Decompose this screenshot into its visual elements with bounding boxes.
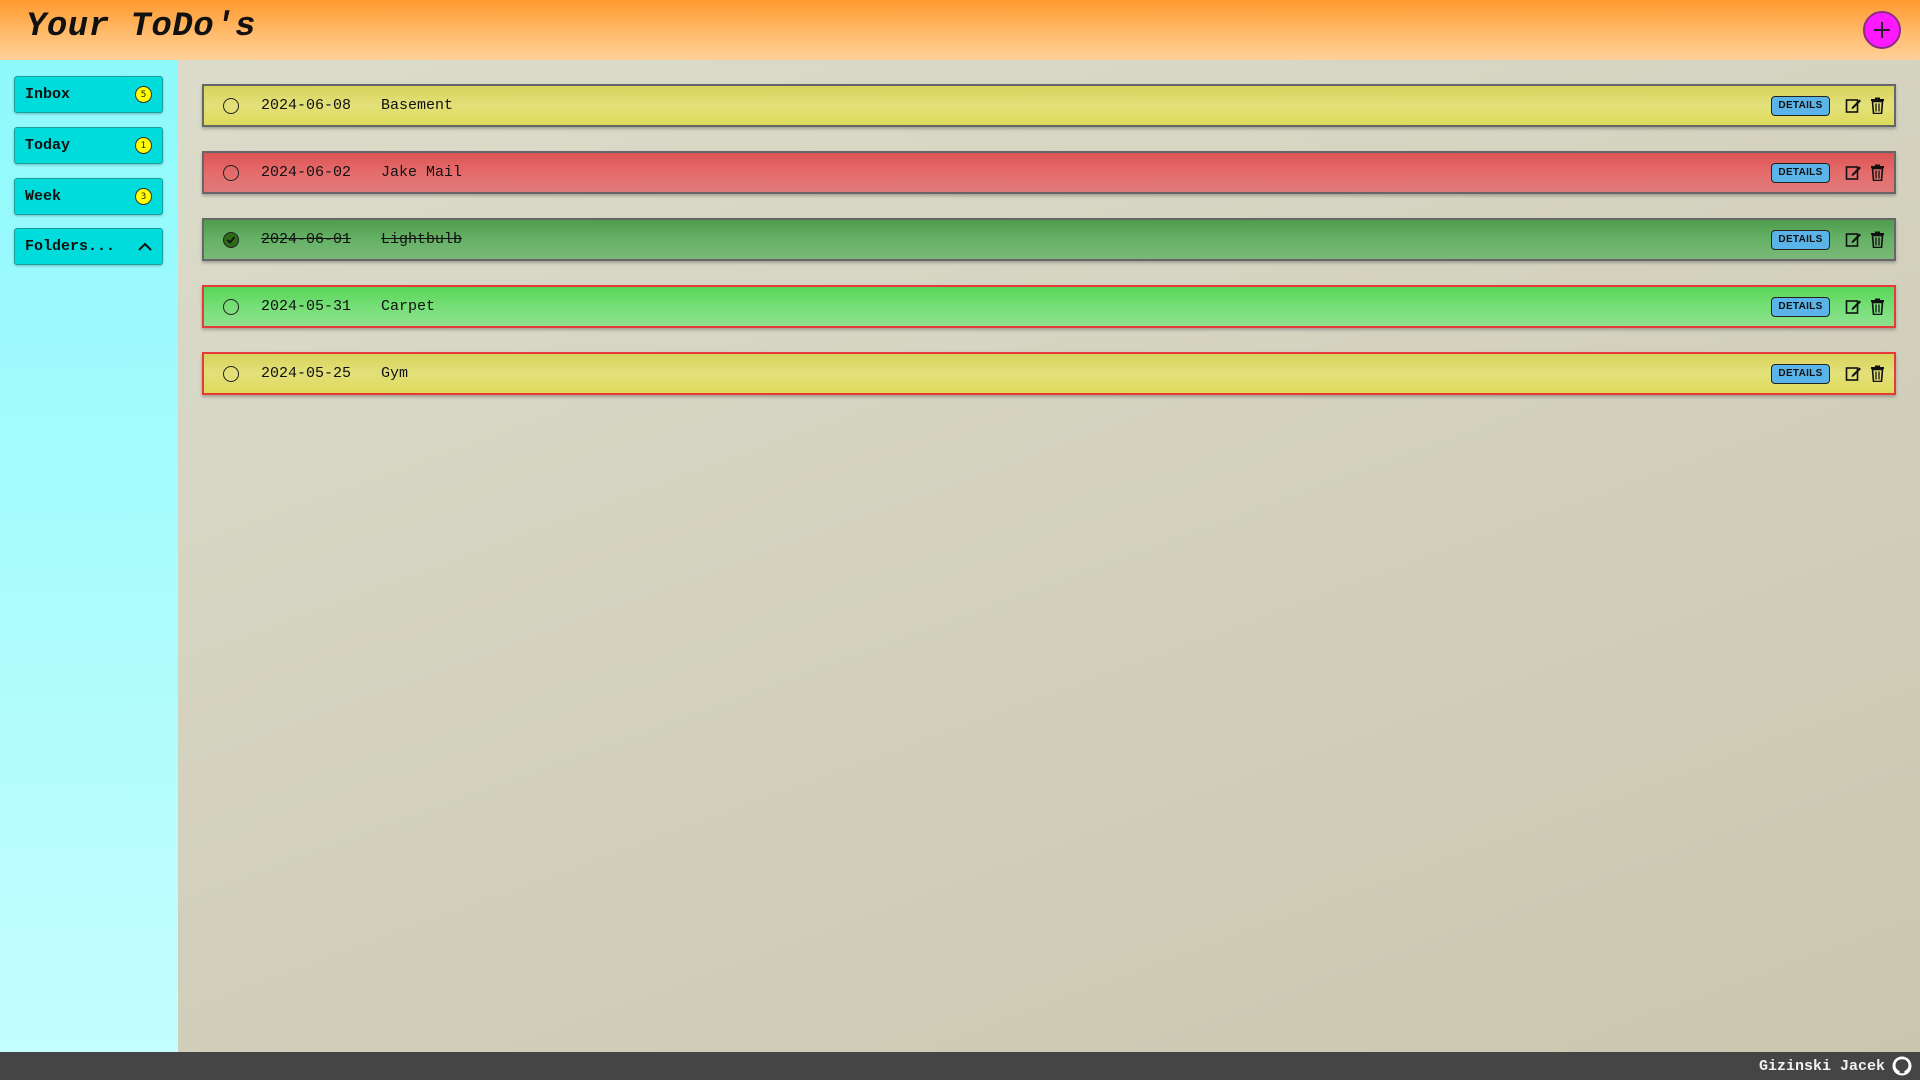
count-badge: 1 [135,137,152,154]
todo-list-area [178,60,1920,1052]
todo-row: 2024-06-01 Lightbulb DETAILS [202,218,1896,261]
complete-checkbox[interactable] [223,298,239,315]
count-badge: 5 [135,86,152,103]
app-header: Your ToDo's [0,0,1920,60]
edit-button[interactable] [1844,97,1862,115]
todo-date: 2024-06-08 [261,97,352,114]
todo-title: Gym [381,365,409,382]
footer-author: Gizinski Jacek [1758,1057,1885,1075]
plus-icon [1874,22,1890,38]
github-link[interactable] [1892,1056,1912,1076]
edit-button[interactable] [1844,365,1862,383]
edit-button[interactable] [1844,298,1862,316]
edit-icon [1845,166,1861,180]
trash-icon [1870,231,1884,248]
todo-title: Carpet [381,298,436,315]
todo-date: 2024-05-31 [261,298,352,315]
checkmark-icon [226,235,236,244]
sidebar-item-folders[interactable]: Folders... [14,228,163,265]
todo-title: Jake Mail [381,164,463,181]
add-todo-button[interactable] [1863,11,1901,49]
details-button[interactable]: DETAILS [1771,296,1830,317]
sidebar-item-label: Today [25,137,71,154]
todo-row: 2024-05-25 Gym DETAILS [202,352,1896,395]
app-title: Your ToDo's [26,8,256,46]
delete-button[interactable] [1868,365,1886,383]
github-icon [1892,1056,1912,1076]
trash-icon [1870,298,1884,315]
delete-button[interactable] [1868,97,1886,115]
complete-checkbox[interactable] [223,365,239,382]
edit-icon [1845,367,1861,381]
trash-icon [1870,365,1884,382]
todo-title: Basement [381,97,454,114]
footer: Gizinski Jacek [0,1052,1920,1080]
todo-date: 2024-06-02 [261,164,352,181]
sidebar-item-label: Inbox [25,86,71,103]
todo-row: 2024-05-31 Carpet DETAILS [202,285,1896,328]
sidebar-item-week[interactable]: Week 3 [14,178,163,215]
edit-icon [1845,300,1861,314]
trash-icon [1870,164,1884,181]
sidebar: Inbox 5 Today 1 Week 3 Folders... [0,60,178,1052]
edit-button[interactable] [1844,164,1862,182]
delete-button[interactable] [1868,164,1886,182]
trash-icon [1870,97,1884,114]
chevron-up-icon [138,242,152,251]
sidebar-item-today[interactable]: Today 1 [14,127,163,164]
sidebar-item-inbox[interactable]: Inbox 5 [14,76,163,113]
sidebar-item-label: Week [25,188,62,205]
todo-row: 2024-06-08 Basement DETAILS [202,84,1896,127]
todo-row: 2024-06-02 Jake Mail DETAILS [202,151,1896,194]
complete-checkbox[interactable] [223,164,239,181]
complete-checkbox[interactable] [223,231,239,248]
count-badge: 3 [135,188,152,205]
details-button[interactable]: DETAILS [1771,162,1830,183]
todo-title: Lightbulb [381,231,463,248]
sidebar-item-label: Folders... [25,238,116,255]
details-button[interactable]: DETAILS [1771,363,1830,384]
edit-icon [1845,99,1861,113]
delete-button[interactable] [1868,231,1886,249]
complete-checkbox[interactable] [223,97,239,114]
edit-icon [1845,233,1861,247]
delete-button[interactable] [1868,298,1886,316]
todo-date: 2024-05-25 [261,365,352,382]
details-button[interactable]: DETAILS [1771,229,1830,250]
edit-button[interactable] [1844,231,1862,249]
todo-date: 2024-06-01 [261,231,352,248]
details-button[interactable]: DETAILS [1771,95,1830,116]
